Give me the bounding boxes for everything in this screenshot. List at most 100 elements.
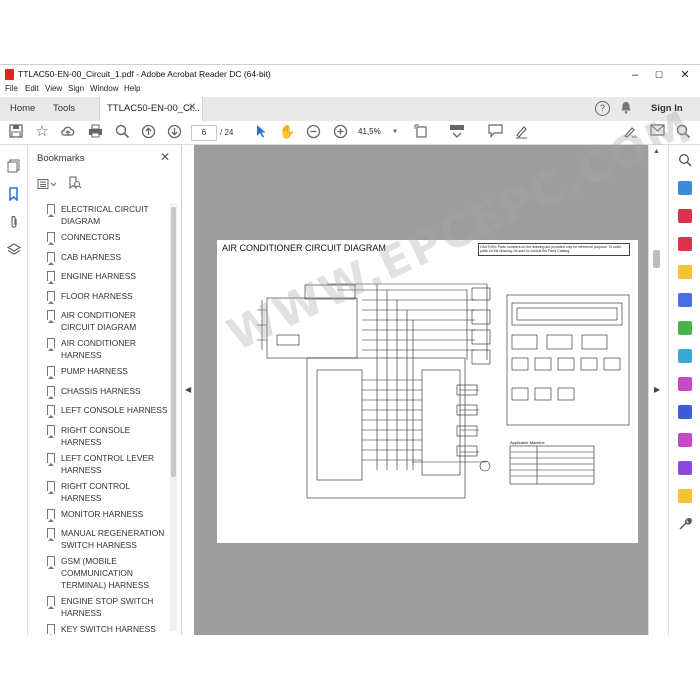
bookmarks-panel-icon[interactable] [6, 187, 21, 202]
chevron-down-icon: ▼ [392, 129, 398, 135]
bookmark-label: ELECTRICAL CIRCUIT DIAGRAM [61, 204, 149, 226]
bookmark-icon [47, 556, 55, 569]
bookmark-label: CAB HARNESS [61, 251, 122, 262]
bookmark-label: RIGHT CONTROL HARNESS [61, 480, 130, 503]
zoom-level-dropdown[interactable]: 41,5% ▼ [358, 125, 400, 139]
expand-right-icon[interactable]: ▶ [654, 385, 660, 394]
comment-icon[interactable] [487, 124, 503, 140]
fill-sign-icon[interactable] [678, 377, 692, 391]
bookmark-label: MANUAL REGENERATION SWITCH HARNESS [61, 528, 165, 550]
tab-home[interactable]: Home [10, 103, 35, 114]
bookmark-label: PUMP HARNESS [61, 366, 128, 376]
send-for-comments-icon[interactable] [678, 489, 692, 503]
next-page-icon[interactable] [166, 124, 182, 140]
previous-page-icon[interactable] [140, 124, 156, 140]
help-icon[interactable]: ? [595, 101, 610, 116]
zoom-search-icon[interactable] [114, 124, 130, 140]
menu-view[interactable]: View [45, 84, 62, 93]
bookmarks-scrollbar-thumb[interactable] [171, 207, 176, 477]
scan-ocr-icon[interactable] [678, 349, 692, 363]
send-for-signature-icon[interactable] [678, 433, 692, 447]
bookmark-star-icon[interactable]: ☆ [34, 124, 50, 140]
bookmarks-panel-title: Bookmarks [37, 153, 85, 164]
maximize-button[interactable]: ☐ [648, 67, 670, 83]
bookmark-icon [47, 508, 55, 522]
document-scrollbar-thumb[interactable] [653, 250, 660, 268]
save-icon[interactable] [8, 124, 24, 140]
tab-tools[interactable]: Tools [53, 103, 75, 114]
bookmark-icon [47, 310, 55, 323]
tab-document-label: TTLAC50-EN-00_Ci... [107, 103, 200, 114]
notifications-bell-icon[interactable] [620, 101, 632, 114]
pdf-page: AIR CONDITIONER CIRCUIT DIAGRAM CAUTION:… [217, 240, 638, 543]
cloud-upload-icon[interactable] [60, 124, 76, 140]
bookmark-label: KEY SWITCH HARNESS [61, 624, 156, 634]
tab-document[interactable]: TTLAC50-EN-00_Ci... ✕ [99, 97, 203, 122]
bookmark-icon [47, 232, 55, 245]
highlight-pen-icon[interactable] [513, 124, 529, 140]
request-esignatures-icon[interactable] [678, 461, 692, 475]
bookmark-label: AIR CONDITIONER CIRCUIT DIAGRAM [61, 310, 137, 332]
close-tab-icon[interactable]: ✕ [188, 102, 196, 113]
bookmark-search-icon[interactable] [68, 176, 82, 190]
protect-icon[interactable] [678, 405, 692, 419]
layers-icon[interactable] [6, 243, 21, 258]
print-icon[interactable] [87, 124, 103, 140]
bookmark-options-dropdown[interactable] [37, 177, 59, 189]
bookmark-label: CONNECTORS [61, 232, 121, 242]
bookmark-label: ENGINE STOP SWITCH HARNESS [61, 596, 154, 618]
close-panel-icon[interactable]: ✕ [160, 150, 170, 164]
scroll-mode-icon[interactable] [449, 124, 465, 140]
bookmark-icon [47, 251, 55, 265]
bookmark-label: CHASSIS HARNESS [61, 385, 141, 396]
organize-pages-icon[interactable] [678, 321, 692, 335]
attachments-paperclip-icon[interactable] [6, 215, 21, 230]
bookmark-icon [47, 204, 55, 217]
menu-help[interactable]: Help [124, 84, 140, 93]
create-pdf-icon[interactable] [678, 209, 692, 223]
zoom-out-icon[interactable] [305, 124, 321, 140]
left-navigation-rail [0, 145, 28, 635]
bookmark-label: LEFT CONSOLE HARNESS [61, 405, 168, 415]
page-number-input[interactable]: 6 [191, 125, 217, 141]
export-pdf-icon[interactable] [678, 181, 692, 195]
bookmark-icon [47, 405, 55, 418]
menu-sign[interactable]: Sign [68, 84, 84, 93]
bookmark-label: ENGINE HARNESS [61, 271, 136, 281]
window-title: TTLAC50-EN-00_Circuit_1.pdf - Adobe Acro… [18, 69, 271, 79]
page-total: / 24 [220, 128, 234, 137]
panel-splitter[interactable]: ◀ [182, 145, 194, 635]
select-cursor-icon[interactable] [253, 124, 269, 140]
circuit-diagram-drawing [257, 283, 630, 499]
window-title-bar: TTLAC50-EN-00_Circuit_1.pdf - Adobe Acro… [0, 64, 700, 85]
page-thumbnails-icon[interactable] [6, 159, 21, 174]
minimize-button[interactable]: – [624, 67, 646, 83]
menu-file[interactable]: File [5, 84, 18, 93]
bookmark-icon [47, 271, 55, 284]
tools-search-icon[interactable] [678, 153, 692, 167]
bookmark-icon [47, 480, 55, 494]
document-scrollbar[interactable]: ▲ ▶ [648, 145, 668, 635]
comment-tool-icon[interactable] [678, 265, 692, 279]
bookmark-icon [47, 366, 55, 379]
bookmark-icon [47, 424, 55, 438]
bookmark-label: AIR CONDITIONER HARNESS [61, 338, 136, 360]
menu-edit[interactable]: Edit [25, 84, 39, 93]
page-fit-icon[interactable] [414, 124, 430, 140]
combine-files-icon[interactable] [678, 293, 692, 307]
hand-tool-icon[interactable]: ✋ [279, 124, 295, 140]
more-tools-wrench-icon[interactable] [678, 517, 692, 531]
tab-bar: Home Tools TTLAC50-EN-00_Ci... ✕ ? Sign … [0, 97, 700, 122]
menu-window[interactable]: Window [90, 84, 118, 93]
bookmarks-panel: Bookmarks ✕ ELECTRICAL CIRCUIT DIAGRAM CO… [28, 145, 182, 635]
collapse-left-icon[interactable]: ◀ [185, 385, 191, 394]
bookmark-icon [47, 596, 55, 609]
edit-pdf-icon[interactable] [678, 237, 692, 251]
bookmark-icon [47, 528, 55, 541]
bookmarks-scrollbar[interactable] [170, 203, 177, 631]
zoom-in-icon[interactable] [332, 124, 348, 140]
bookmark-label: MONITOR HARNESS [61, 508, 144, 519]
bookmark-label: GSM (MOBILE COMMUNICATION TERMINAL) HARN… [61, 556, 149, 590]
close-window-button[interactable]: ✕ [674, 67, 696, 83]
scroll-up-arrow-icon[interactable]: ▲ [653, 148, 660, 155]
